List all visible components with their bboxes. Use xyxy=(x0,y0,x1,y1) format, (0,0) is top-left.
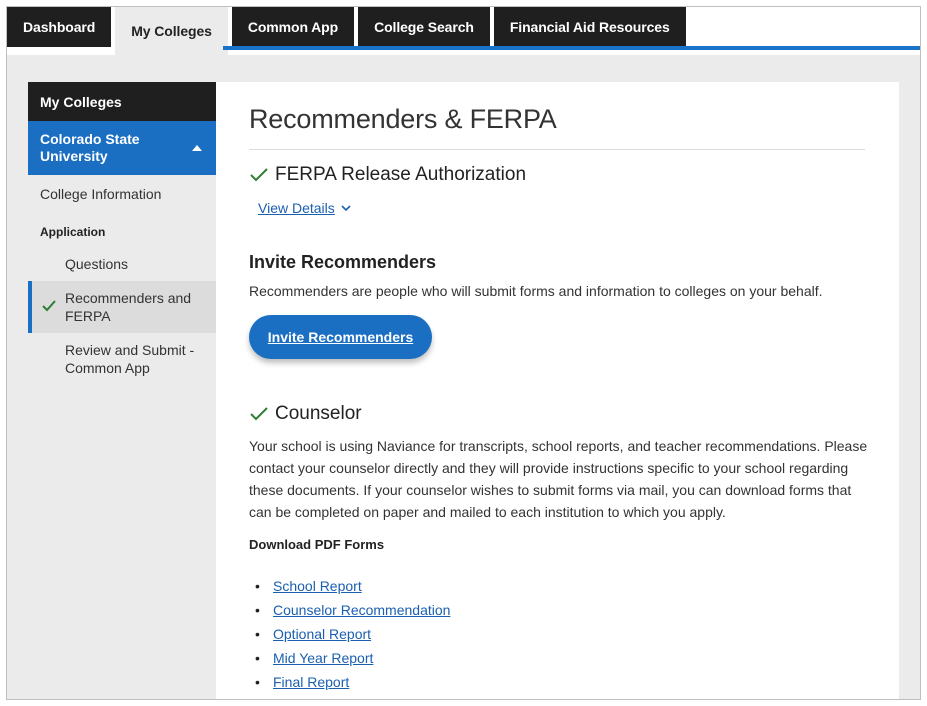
page-title: Recommenders & FERPA xyxy=(249,104,557,134)
invite-heading: Invite Recommenders xyxy=(249,252,437,272)
forms-list: • School Report • Counselor Recommendation… xyxy=(249,574,899,694)
sidebar-item-questions[interactable]: Questions xyxy=(28,247,216,281)
top-nav: Dashboard My Colleges Common App College… xyxy=(7,7,920,55)
list-item: • Final Report xyxy=(255,674,350,690)
view-details-toggle[interactable]: View Details xyxy=(258,200,899,216)
form-link-final-report[interactable]: Final Report xyxy=(273,674,349,690)
view-details-link[interactable]: View Details xyxy=(258,200,335,216)
checkmark-icon xyxy=(42,300,56,312)
form-link-mid-year-report[interactable]: Mid Year Report xyxy=(273,650,373,666)
tab-college-search[interactable]: College Search xyxy=(358,7,490,47)
checkmark-icon xyxy=(250,407,268,421)
sidebar-item-label: Recommenders and FERPA xyxy=(65,290,192,324)
app-frame: Dashboard My Colleges Common App College… xyxy=(6,6,921,700)
download-forms-title: Download PDF Forms xyxy=(249,537,385,552)
sidebar-section-application: Application xyxy=(40,225,106,239)
sidebar-item-recommenders[interactable]: Recommenders and FERPA xyxy=(28,281,232,333)
list-item: • School Report xyxy=(255,578,362,594)
invite-description: Recommenders are people who will submit … xyxy=(249,283,823,299)
caret-up-icon xyxy=(192,145,202,151)
sidebar-college-toggle[interactable]: Colorado State University xyxy=(28,121,216,175)
chevron-down-icon xyxy=(341,205,351,212)
sidebar-header: My Colleges xyxy=(28,82,216,121)
form-link-optional-report[interactable]: Optional Report xyxy=(273,626,371,642)
checkmark-icon xyxy=(250,168,268,182)
college-name: Colorado State University xyxy=(40,131,140,164)
counselor-heading-text: Counselor xyxy=(275,403,362,424)
ferpa-heading-text: FERPA Release Authorization xyxy=(275,164,527,185)
title-divider xyxy=(249,149,865,150)
list-item: • Counselor Recommendation xyxy=(255,602,451,618)
main-content: Recommenders & FERPA FERPA Release Autho… xyxy=(216,82,899,699)
tab-common-app[interactable]: Common App xyxy=(231,7,355,47)
tab-financial-aid-resources[interactable]: Financial Aid Resources xyxy=(493,7,686,47)
list-item: • Mid Year Report xyxy=(255,650,374,666)
invite-recommenders-button[interactable]: Invite Recommenders xyxy=(249,315,432,359)
ferpa-heading: FERPA Release Authorization xyxy=(249,164,899,186)
sidebar-item-review-submit[interactable]: Review and Submit - Common App xyxy=(28,333,216,385)
form-link-school-report[interactable]: School Report xyxy=(273,578,362,594)
form-link-counselor-recommendation[interactable]: Counselor Recommendation xyxy=(273,602,450,618)
sidebar: My Colleges Colorado State University Co… xyxy=(28,82,232,699)
tab-underline xyxy=(223,46,920,50)
counselor-heading: Counselor xyxy=(249,403,899,425)
list-item: • Optional Report xyxy=(255,626,372,642)
counselor-description: Your school is using Naviance for transc… xyxy=(249,438,868,520)
tab-my-colleges[interactable]: My Colleges xyxy=(115,7,228,55)
sidebar-item-college-information[interactable]: College Information xyxy=(28,175,216,213)
tab-dashboard[interactable]: Dashboard xyxy=(7,7,112,47)
